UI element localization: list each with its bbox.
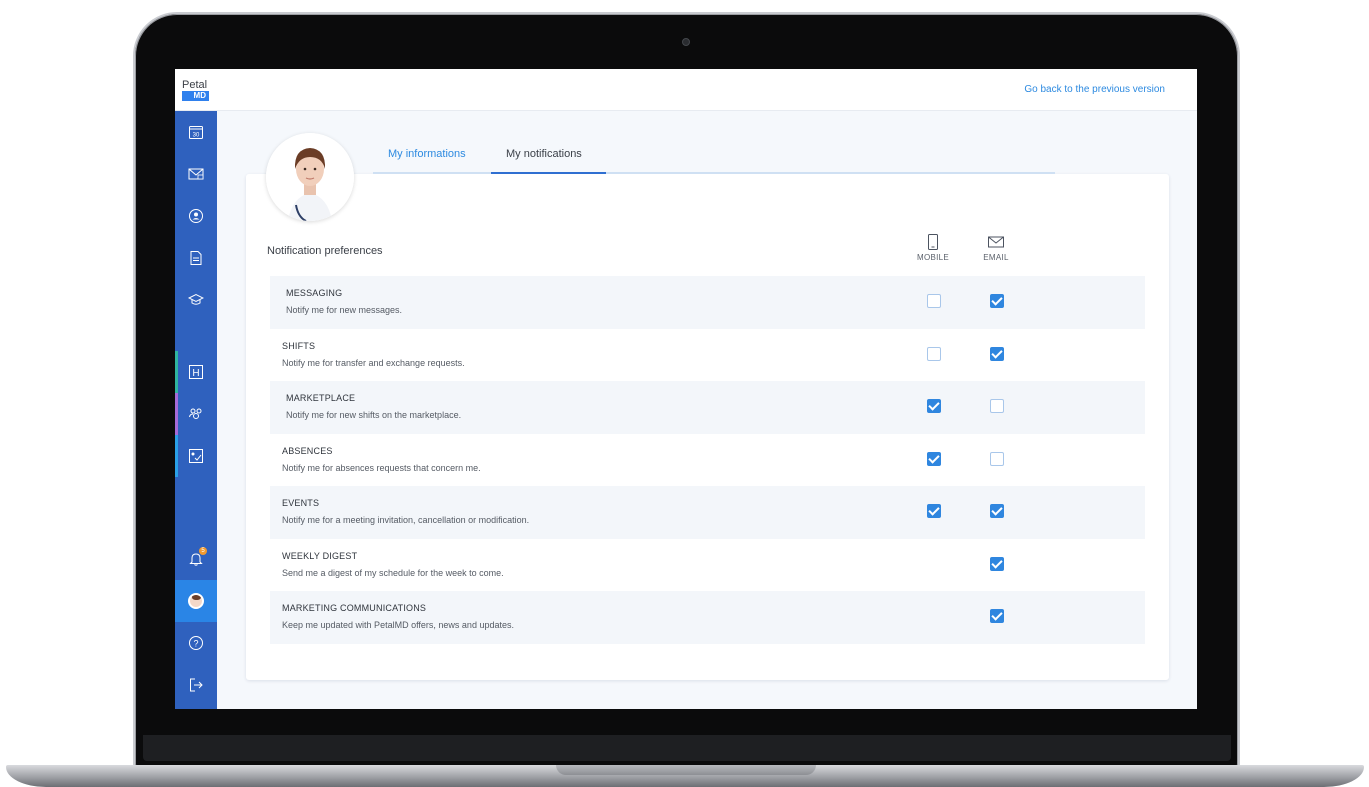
list-item: SHIFTS Notify me for transfer and exchan… xyxy=(270,329,1145,382)
email-checkbox-weekly-digest[interactable] xyxy=(990,556,1004,571)
logo-text: Petal xyxy=(182,79,208,91)
email-checkbox-marketplace[interactable] xyxy=(990,399,1004,413)
list-item: EVENTS Notify me for a meeting invitatio… xyxy=(270,486,1145,539)
mobile-phone-icon xyxy=(928,234,938,250)
active-tab-indicator xyxy=(491,172,606,174)
row-title: WEEKLY DIGEST xyxy=(282,550,358,561)
help-glyph: ? xyxy=(193,639,198,649)
help-icon[interactable]: ? xyxy=(175,622,217,664)
row-title: MESSAGING xyxy=(286,288,343,298)
row-description: Notify me for new shifts on the marketpl… xyxy=(286,410,462,420)
calendar-day-label: 30 xyxy=(193,133,200,139)
logo-badge: MD xyxy=(182,91,209,101)
list-item: MESSAGING Notify me for new messages. xyxy=(270,276,1145,329)
row-title: SHIFTS xyxy=(282,340,316,351)
list-item: MARKETPLACE Notify me for new shifts on … xyxy=(270,381,1145,434)
avatar xyxy=(188,593,204,609)
hospital-letter: H xyxy=(192,368,199,379)
mobile-checkbox-marketplace[interactable] xyxy=(927,399,941,413)
mobile-checkbox-messaging[interactable] xyxy=(927,294,941,308)
row-description: Notify me for transfer and exchange requ… xyxy=(282,357,465,368)
row-description: Notify me for absences requests that con… xyxy=(282,462,481,473)
row-title: MARKETPLACE xyxy=(286,393,356,403)
tab-my-notifications[interactable]: My notifications xyxy=(506,148,582,174)
email-checkbox-absences[interactable] xyxy=(990,451,1004,466)
email-checkbox-messaging[interactable] xyxy=(990,294,1004,308)
notification-count-badge: 5 xyxy=(199,547,207,555)
document-icon[interactable] xyxy=(175,237,217,279)
email-checkbox-events[interactable] xyxy=(990,504,1004,518)
list-item: WEEKLY DIGEST Send me a digest of my sch… xyxy=(270,539,1145,592)
row-title: ABSENCES xyxy=(282,445,333,456)
hospital-icon[interactable]: H xyxy=(175,351,217,393)
camera-icon xyxy=(682,38,690,46)
list-item: ABSENCES Notify me for absences requests… xyxy=(270,434,1145,487)
mobile-checkbox-events[interactable] xyxy=(927,504,941,518)
notification-list: MESSAGING Notify me for new messages. SH… xyxy=(270,276,1145,644)
user-circle-icon[interactable] xyxy=(175,195,217,237)
notification-preferences-title: Notification preferences xyxy=(267,245,383,257)
row-description: Keep me updated with PetalMD offers, new… xyxy=(282,620,514,630)
row-title: EVENTS xyxy=(282,498,320,508)
team-icon[interactable] xyxy=(175,393,217,435)
profile-tabs: My informations My notifications xyxy=(373,143,1055,174)
row-description: Notify me for new messages. xyxy=(286,305,403,315)
email-column-label: EMAIL xyxy=(983,253,1009,262)
email-checkbox-marketing[interactable] xyxy=(990,609,1004,623)
mobile-checkbox-shifts[interactable] xyxy=(927,346,941,361)
petalmd-logo: Petal MD xyxy=(182,79,212,101)
top-bar: Petal MD Go back to the previous version xyxy=(175,69,1197,111)
calendar-icon[interactable]: 30 xyxy=(175,111,217,153)
list-item: MARKETING COMMUNICATIONS Keep me updated… xyxy=(270,591,1145,644)
logout-icon[interactable] xyxy=(175,664,217,706)
profile-photo xyxy=(266,133,354,221)
email-checkbox-shifts[interactable] xyxy=(990,346,1004,361)
sidebar: 30 H 5 ? xyxy=(175,111,217,709)
mobile-column-label: MOBILE xyxy=(916,253,950,262)
go-back-link[interactable]: Go back to the previous version xyxy=(1024,84,1165,95)
mobile-checkbox-absences[interactable] xyxy=(927,451,941,466)
mobile-column-header: MOBILE xyxy=(913,234,953,262)
tab-my-informations[interactable]: My informations xyxy=(388,148,466,174)
laptop-bezel xyxy=(143,735,1231,761)
graduation-cap-icon[interactable] xyxy=(175,279,217,321)
app-screen: Petal MD Go back to the previous version… xyxy=(175,69,1197,709)
email-column-header: EMAIL xyxy=(976,234,1016,262)
row-description: Send me a digest of my schedule for the … xyxy=(282,567,504,578)
mail-lock-icon[interactable] xyxy=(175,153,217,195)
row-description: Notify me for a meeting invitation, canc… xyxy=(282,515,530,525)
profile-avatar-icon[interactable] xyxy=(175,580,217,622)
laptop-base-notch xyxy=(556,765,816,775)
envelope-icon xyxy=(988,236,1004,248)
bell-icon[interactable]: 5 xyxy=(175,538,217,580)
row-title: MARKETING COMMUNICATIONS xyxy=(282,603,427,613)
chart-board-icon[interactable] xyxy=(175,435,217,477)
